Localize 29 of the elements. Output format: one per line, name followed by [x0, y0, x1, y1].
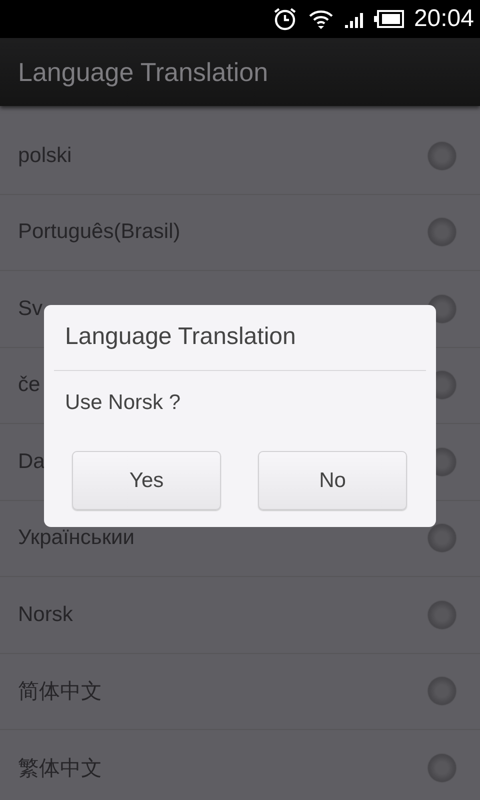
- alarm-clock-icon: [272, 6, 298, 32]
- language-label: Українськии: [18, 526, 134, 550]
- app-title: Language Translation: [18, 56, 268, 88]
- dialog-button[interactable]: Yes: [72, 451, 221, 510]
- language-label: Da: [18, 450, 45, 474]
- battery-icon: [374, 9, 404, 29]
- dialog-message: Use Norsk ?: [64, 390, 182, 415]
- language-label: Norsk: [18, 602, 73, 627]
- language-label: 简体中文: [18, 679, 102, 706]
- clock-time: 20:04: [414, 5, 474, 33]
- language-label: če: [18, 373, 40, 398]
- radio-button[interactable]: [428, 754, 456, 782]
- radio-button[interactable]: [428, 524, 456, 552]
- language-item[interactable]: 繁体中文: [0, 730, 480, 800]
- dialog-title: Language Translation: [64, 322, 297, 352]
- language-label: 繁体中文: [18, 756, 102, 782]
- language-label: polski: [18, 144, 72, 168]
- language-item[interactable]: 简体中文: [0, 654, 480, 730]
- radio-button[interactable]: [428, 218, 456, 246]
- radio-button[interactable]: [428, 677, 456, 706]
- language-item[interactable]: polski: [0, 118, 480, 194]
- wifi-icon: [308, 8, 334, 30]
- dialog-button[interactable]: No: [258, 451, 407, 510]
- radio-button[interactable]: [428, 600, 456, 629]
- radio-button[interactable]: [428, 142, 456, 170]
- language-item[interactable]: Norsk: [0, 577, 480, 654]
- language-label: Português(Brasil): [18, 220, 180, 244]
- language-item[interactable]: Português(Brasil): [0, 194, 480, 271]
- language-label: Sv: [18, 296, 43, 321]
